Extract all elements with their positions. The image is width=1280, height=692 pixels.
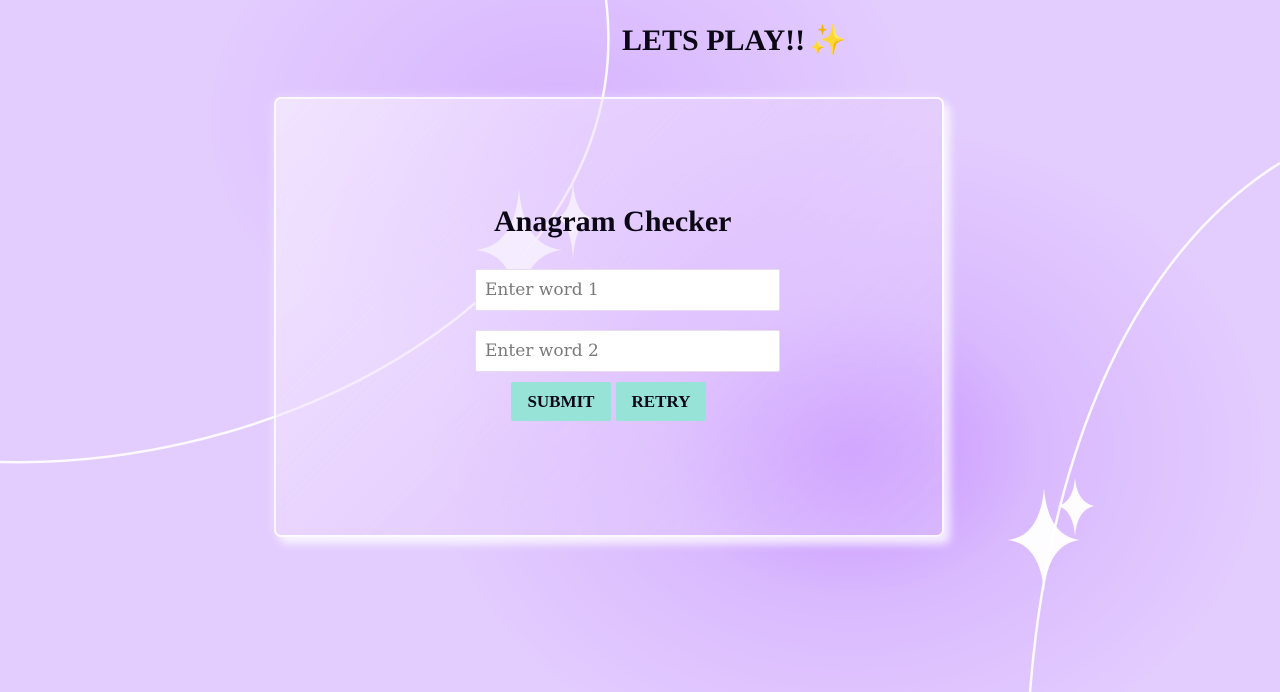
- decorative-arc-right: [1028, 161, 1280, 692]
- sparkle-emoji-icon: ✨: [809, 24, 847, 57]
- submit-button[interactable]: SUBMIT: [511, 382, 611, 421]
- card-title: Anagram Checker: [494, 205, 732, 238]
- star-sparkle-icon: [1058, 478, 1094, 536]
- word-2-input[interactable]: [475, 330, 780, 372]
- anagram-card: [274, 97, 944, 537]
- retry-button[interactable]: RETRY: [616, 382, 706, 421]
- word-1-input[interactable]: [475, 269, 780, 311]
- page-title: LETS PLAY!! ✨: [622, 22, 846, 60]
- page-title-text: LETS PLAY!!: [622, 24, 806, 57]
